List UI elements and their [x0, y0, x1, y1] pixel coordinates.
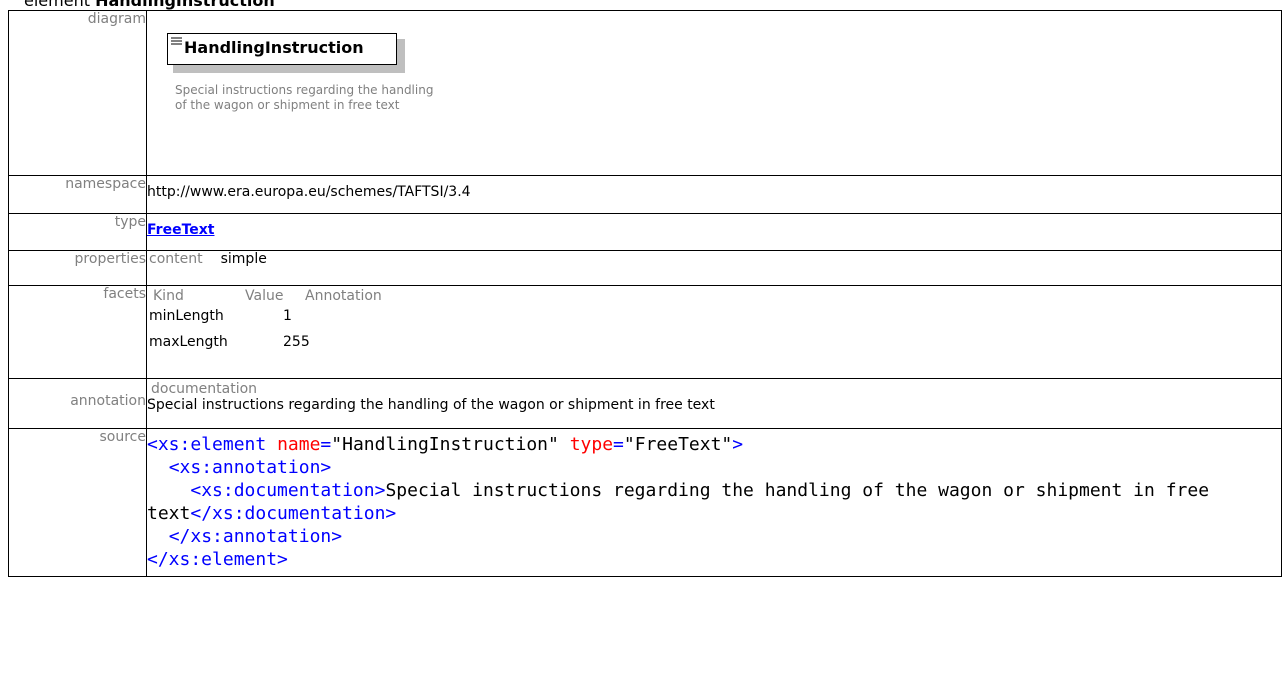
- source-label: source: [8, 428, 147, 577]
- src-attr-value: "FreeText": [623, 434, 733, 455]
- facets-header-value: Value: [245, 288, 284, 304]
- src-attr-value: "HandlingInstruction": [331, 434, 559, 455]
- src-tag-close: >: [732, 434, 744, 455]
- facet-row: maxLength 255: [149, 334, 1281, 350]
- facets-label: facets: [8, 285, 147, 379]
- annotation-row: annotation documentation Special instruc…: [8, 378, 1282, 429]
- source-cell: <xs:element name="HandlingInstruction" t…: [146, 428, 1282, 577]
- src-annotation-open: <xs:annotation>: [168, 457, 332, 478]
- source-row: source <xs:element name="HandlingInstruc…: [8, 428, 1282, 577]
- type-row: type FreeText: [8, 213, 1282, 251]
- facet-value: 255: [283, 334, 310, 350]
- source-code: <xs:element name="HandlingInstruction" t…: [147, 434, 1220, 570]
- facets-header-kind: Kind: [153, 288, 184, 304]
- facets-header-annotation: Annotation: [305, 288, 382, 304]
- namespace-value: http://www.era.europa.eu/schemes/TAFTSI/…: [146, 175, 1282, 214]
- src-attr-name: name: [277, 434, 321, 455]
- properties-label: properties: [8, 250, 147, 286]
- src-attr-name: type: [569, 434, 614, 455]
- type-cell: FreeText: [146, 213, 1282, 251]
- element-lines-icon: [171, 37, 182, 45]
- facets-cell: Kind Value Annotation minLength 1 maxLen…: [146, 285, 1282, 379]
- src-documentation-close: </xs:documentation>: [190, 503, 397, 524]
- properties-cell: content simple: [146, 250, 1282, 286]
- diagram-cell: HandlingInstruction Special instructions…: [146, 10, 1282, 176]
- diagram-label: diagram: [8, 10, 147, 176]
- facet-value: 1: [283, 308, 292, 324]
- facets-header: Kind Value Annotation: [153, 288, 1281, 304]
- namespace-row: namespace http://www.era.europa.eu/schem…: [8, 175, 1282, 214]
- facets-row: facets Kind Value Annotation minLength 1…: [8, 285, 1282, 379]
- annotation-label: annotation: [8, 378, 147, 429]
- element-diagram[interactable]: HandlingInstruction: [167, 33, 407, 73]
- src-annotation-close: </xs:annotation>: [168, 526, 343, 547]
- facet-kind: maxLength: [149, 334, 228, 350]
- src-element-close: </xs:element>: [147, 549, 288, 570]
- facet-row: minLength 1: [149, 308, 1281, 324]
- namespace-label: namespace: [8, 175, 147, 214]
- diagram-element-name: HandlingInstruction: [184, 38, 364, 57]
- diagram-description: Special instructions regarding the handl…: [175, 83, 434, 112]
- properties-row: properties content simple: [8, 250, 1282, 286]
- facet-kind: minLength: [149, 308, 224, 324]
- heading-element-name: HandlingInstruction: [95, 0, 275, 10]
- type-label: type: [8, 213, 147, 251]
- property-value: simple: [220, 251, 267, 267]
- type-link[interactable]: FreeText: [147, 222, 214, 238]
- annotation-cell: documentation Special instructions regar…: [146, 378, 1282, 429]
- heading-prefix: element: [24, 0, 90, 10]
- diagram-row: diagram HandlingInstruction Special inst…: [8, 10, 1282, 176]
- property-key: content: [149, 251, 203, 267]
- src-tag-open: <xs:element: [147, 434, 267, 455]
- annotation-doc-text: Special instructions regarding the handl…: [147, 397, 715, 413]
- annotation-doc-head: documentation: [151, 381, 258, 397]
- element-doc-table: diagram HandlingInstruction Special inst…: [8, 10, 1282, 577]
- src-documentation-open: <xs:documentation>: [190, 480, 386, 501]
